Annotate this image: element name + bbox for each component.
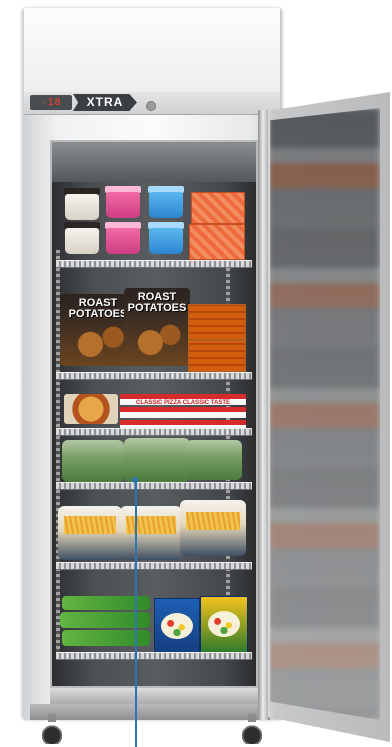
ice-cream-tub [149, 192, 183, 218]
roast-potatoes-label: ROAST POTATOES [127, 291, 187, 314]
chips-bag [180, 500, 246, 556]
ice-cream-tub [149, 228, 183, 254]
door-glass-panel [270, 108, 380, 720]
shelf-2 [56, 372, 252, 380]
frozen-veg-bag [62, 440, 124, 482]
chips-bag [120, 506, 182, 560]
temperature-display: -18 [30, 95, 72, 110]
shelf-5 [56, 562, 252, 570]
plinth [30, 704, 270, 720]
veg-image [208, 611, 240, 637]
orange-box [191, 192, 245, 224]
mixed-veg-box [154, 598, 200, 654]
shelf-3 [56, 428, 252, 436]
shelf-1 [56, 260, 252, 268]
ice-cream-tub [65, 228, 99, 254]
ice-cream-tub [106, 228, 140, 254]
chips-bag [58, 506, 122, 560]
waffle-box [188, 340, 246, 372]
mixed-veg-box [200, 596, 248, 654]
frozen-veg-bag [186, 440, 242, 480]
interior-ceiling [52, 142, 256, 182]
pointer-dot [132, 477, 138, 483]
castor-wheel-icon [242, 720, 262, 744]
pizza-box [120, 407, 246, 418]
chips-image [126, 516, 176, 534]
shelf-6 [56, 652, 252, 660]
pizza-box-front [64, 394, 118, 424]
top-panel [24, 8, 280, 93]
orange-box [189, 224, 245, 260]
ice-cream-tub [106, 192, 140, 218]
cabinet-base [50, 688, 258, 704]
frozen-veg-bag [124, 438, 190, 482]
brand-logo: XTRA [73, 94, 137, 111]
roast-potatoes-bag: ROAST POTATOES [124, 288, 190, 366]
waffle-box [188, 304, 246, 340]
door-hinge-edge [258, 110, 268, 720]
lock-icon[interactable] [146, 101, 156, 111]
shelf-4 [56, 482, 252, 490]
veg-image [161, 613, 193, 639]
ice-cream-tub [65, 194, 99, 220]
pointer-line [135, 480, 137, 747]
pizza-box: CLASSIC PIZZA CLASSIC TASTE [120, 394, 246, 405]
chips-image [186, 512, 240, 530]
chips-image [64, 516, 116, 534]
castor-wheel-icon [42, 720, 62, 744]
